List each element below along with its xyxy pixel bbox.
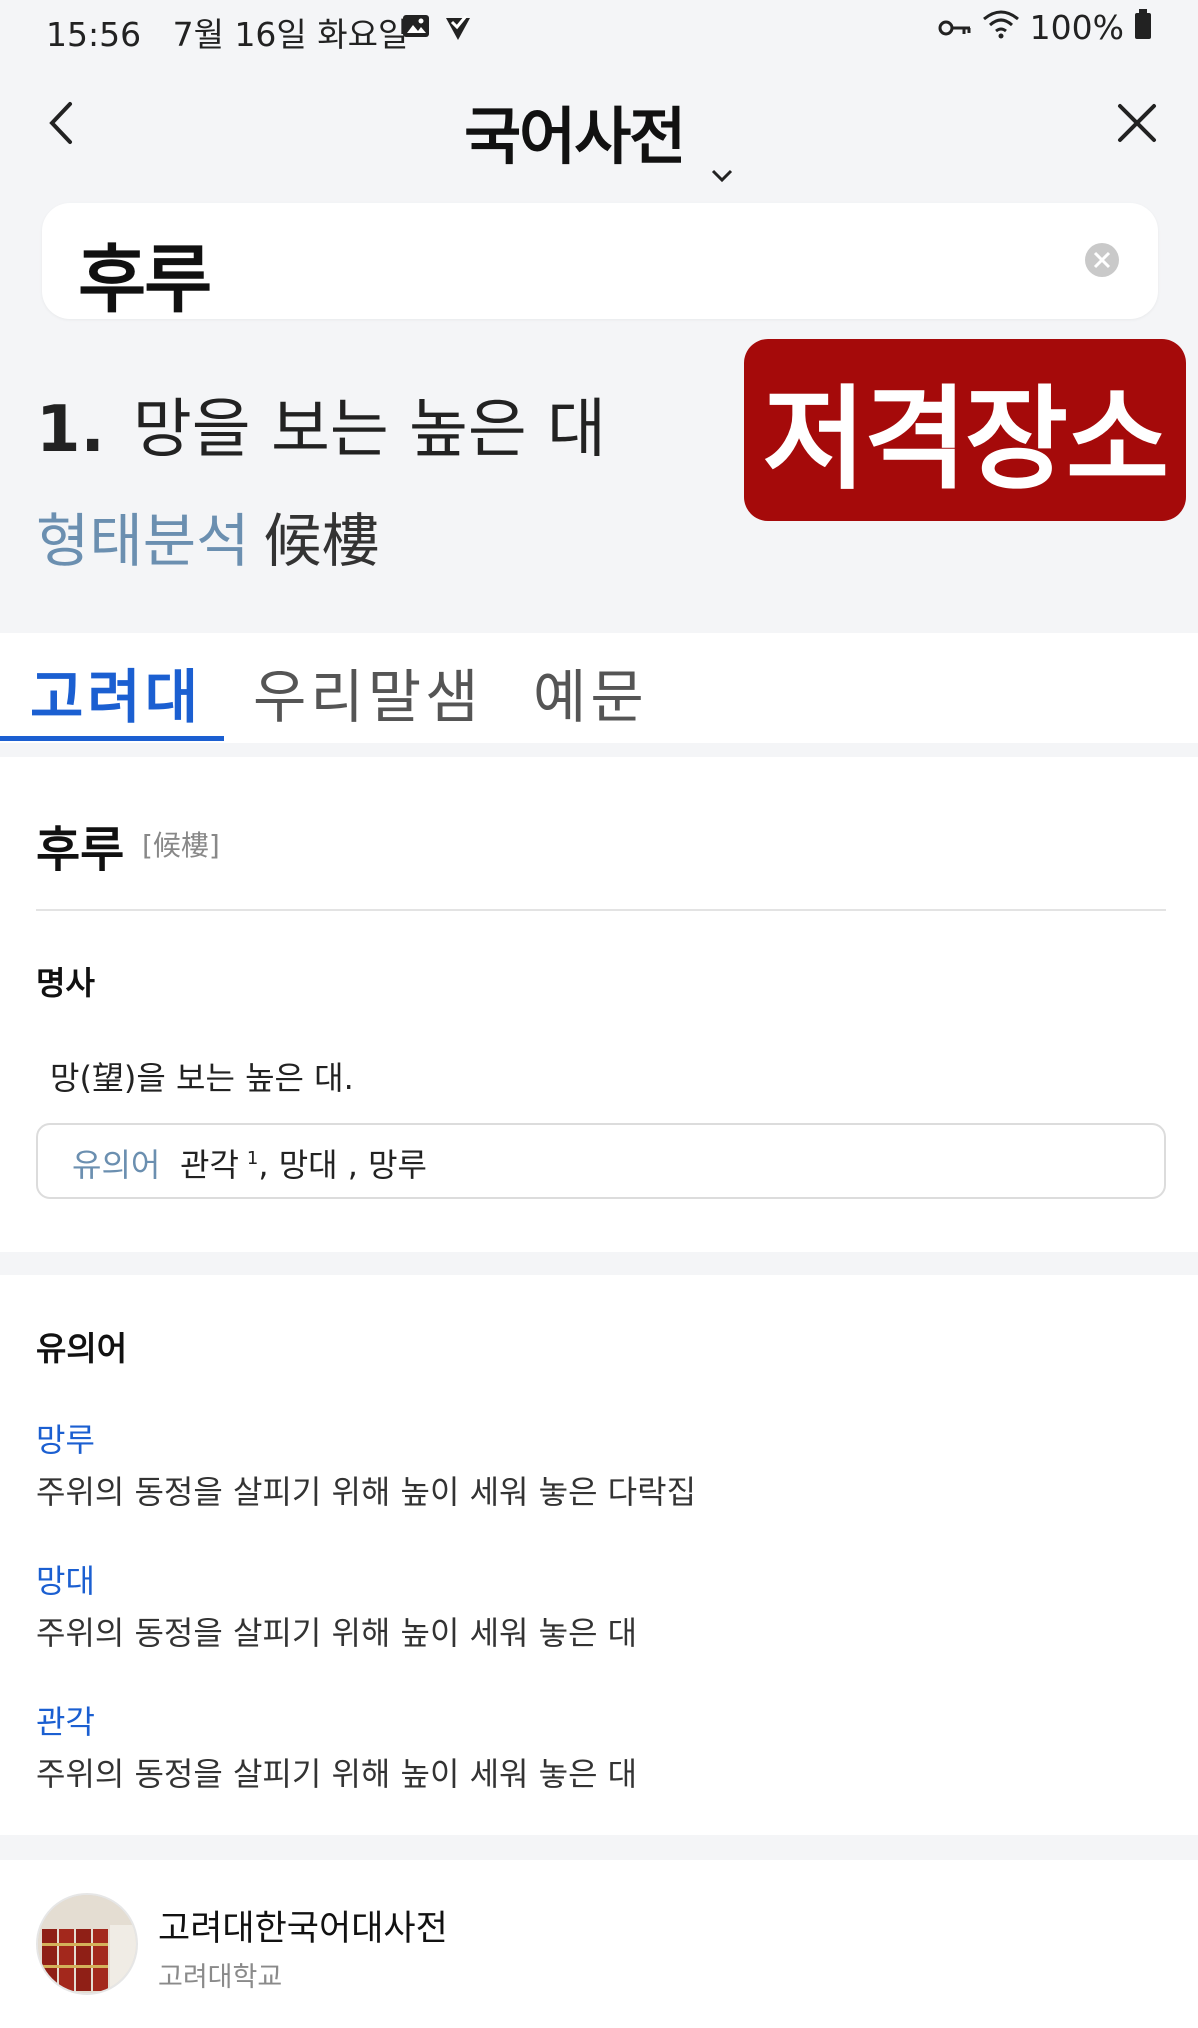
morphology-line: 형태분석 候樓 [36,494,379,578]
synonym-label: 유의어 [72,1146,161,1184]
source-name: 고려대한국어대사전 [158,1909,448,1949]
summary-definition: 1. 망을 보는 높은 대 [36,378,606,470]
close-icon [1118,104,1156,142]
entry-headword: 후루 [36,822,125,878]
key-icon [938,8,972,47]
source-logo [36,1893,138,1995]
synonym-item-word[interactable]: 망대 [36,1556,95,1602]
chevron-down-icon [710,129,734,183]
dictionary-selector[interactable]: 국어사전 [0,86,1198,183]
status-date: 7월 16일 화요일 [172,15,409,54]
definition-text: 망을 보는 높은 대 [132,393,607,467]
synonym-links[interactable]: 관각 1, 망대 , 망루 [180,1140,427,1186]
overlay-stamp: 저격장소 [744,339,1186,521]
synonym-item-desc: 주위의 동정을 살피기 위해 높이 세워 놓은 대 [36,1614,638,1652]
status-right: 100% [938,8,1152,47]
synonym-link[interactable]: 관각 [180,1146,239,1184]
shield-check-icon [442,10,474,42]
synonyms-title: 유의어 [36,1329,128,1368]
synonym-item-word[interactable]: 관각 [36,1697,95,1743]
clear-search-icon[interactable] [1083,241,1121,279]
synonym-item-word[interactable]: 망루 [36,1415,95,1461]
tab-urimalsaem[interactable]: 우리말샘 [253,650,482,734]
source-org: 고려대학교 [158,1962,283,1993]
definition-number: 1. [36,393,105,467]
morphology-hanja: 候樓 [263,507,380,575]
divider [36,909,1166,911]
wifi-icon [982,8,1020,47]
homonym-number: 1 [246,1148,259,1170]
notification-icons [400,10,474,42]
synonym-link[interactable]: , 망대 , 망루 [258,1146,427,1184]
entry-meaning: 망(望)을 보는 높은 대. [50,1059,354,1097]
battery-icon [1134,8,1152,47]
part-of-speech: 명사 [36,964,95,1002]
synonym-item-desc: 주위의 동정을 살피기 위해 높이 세워 놓은 다락집 [36,1473,697,1511]
tab-examples[interactable]: 예문 [533,650,648,734]
battery-text: 100% [1029,8,1124,47]
active-tab-indicator [0,736,224,741]
dictionary-title: 국어사전 [464,100,686,173]
image-icon [400,10,432,42]
status-time: 15:56 7월 16일 화요일 [46,15,409,54]
close-button[interactable] [1112,98,1162,148]
tab-korea-univ[interactable]: 고려대 [30,650,202,734]
entry-hanja: [候樓] [142,829,220,862]
search-input[interactable]: 후루 [78,220,212,327]
synonym-item-desc: 주위의 동정을 살피기 위해 높이 세워 놓은 대 [36,1755,638,1793]
morphology-link[interactable]: 형태분석 [36,507,249,575]
